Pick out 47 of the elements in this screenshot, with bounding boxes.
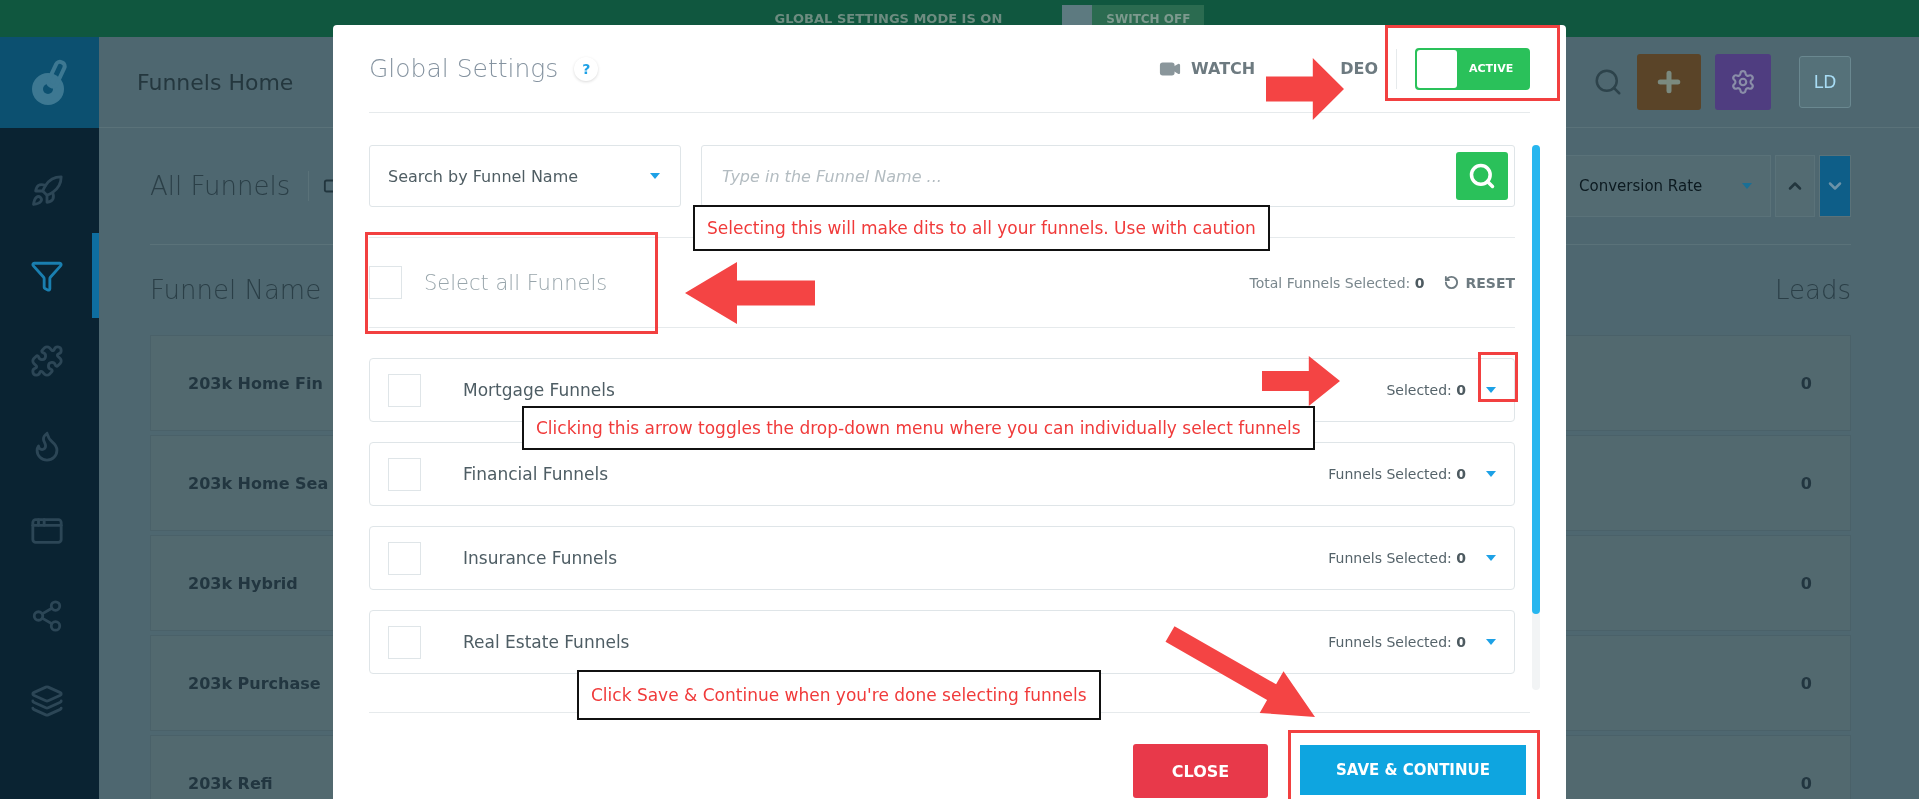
search-icon[interactable] xyxy=(1593,67,1623,97)
selected-count-text: Selected: 0 xyxy=(1386,382,1466,398)
search-type-select[interactable]: Search by Funnel Name xyxy=(369,145,681,207)
watch-video-link[interactable]: DEO xyxy=(1340,59,1378,78)
checkbox[interactable] xyxy=(388,625,421,659)
dialog-title: Global Settings xyxy=(369,54,559,83)
help-button[interactable]: ? xyxy=(574,56,599,81)
user-avatar[interactable]: LD xyxy=(1799,56,1851,108)
group-name: Financial Funnels xyxy=(463,464,609,484)
group-name: Mortgage Funnels xyxy=(463,380,615,400)
checkbox[interactable] xyxy=(388,541,421,575)
search-button[interactable] xyxy=(1456,152,1508,200)
scrollbar[interactable] xyxy=(1532,145,1540,690)
search-field[interactable]: Type in the Funnel Name ... xyxy=(701,145,1515,207)
checkbox[interactable] xyxy=(369,266,402,299)
total-selected-text: Total Funnels Selected: 0 xyxy=(1249,274,1425,291)
selected-count-text: Funnels Selected: 0 xyxy=(1328,550,1466,566)
undo-icon xyxy=(1444,275,1460,290)
sort-down-button[interactable] xyxy=(1819,155,1851,217)
checkbox[interactable] xyxy=(388,457,421,491)
selected-count-text: Funnels Selected: 0 xyxy=(1328,466,1466,482)
logo[interactable] xyxy=(0,37,99,128)
settings-icon xyxy=(1730,69,1756,95)
settings-button[interactable] xyxy=(1715,54,1771,110)
active-toggle[interactable]: ACTIVE xyxy=(1415,47,1530,90)
rocket-icon xyxy=(29,173,64,208)
puzzle-icon xyxy=(29,343,64,378)
reset-button[interactable]: RESET xyxy=(1444,274,1515,291)
caret-icon xyxy=(1742,183,1752,189)
caret-icon xyxy=(650,173,660,179)
watch-video-link[interactable]: WATCH xyxy=(1191,59,1256,78)
layers-icon xyxy=(29,683,64,718)
checkbox[interactable] xyxy=(388,373,421,407)
banner-text: GLOBAL SETTINGS MODE IS ON xyxy=(774,11,1003,26)
annotation-callout: Selecting this will make dits to all your funnels. Use with caution xyxy=(693,205,1270,251)
close-button[interactable]: CLOSE xyxy=(1133,744,1268,798)
sort-up-button[interactable] xyxy=(1775,155,1815,217)
annotation-callout: Click Save & Continue when you're done selecting funnels xyxy=(577,670,1101,720)
add-button[interactable] xyxy=(1637,54,1701,110)
select-all-label: Select all Funnels xyxy=(424,270,608,295)
search-icon xyxy=(1468,162,1496,190)
highlight-frame xyxy=(1478,352,1518,402)
annotation-callout: Clicking this arrow toggles the drop-down menu where you can individually select funnels xyxy=(522,406,1315,450)
selected-count-text: Funnels Selected: 0 xyxy=(1328,634,1466,650)
save-continue-button[interactable]: SAVE & CONTINUE xyxy=(1300,745,1526,795)
group-name: Insurance Funnels xyxy=(463,548,618,568)
group-name: Real Estate Funnels xyxy=(463,632,630,652)
